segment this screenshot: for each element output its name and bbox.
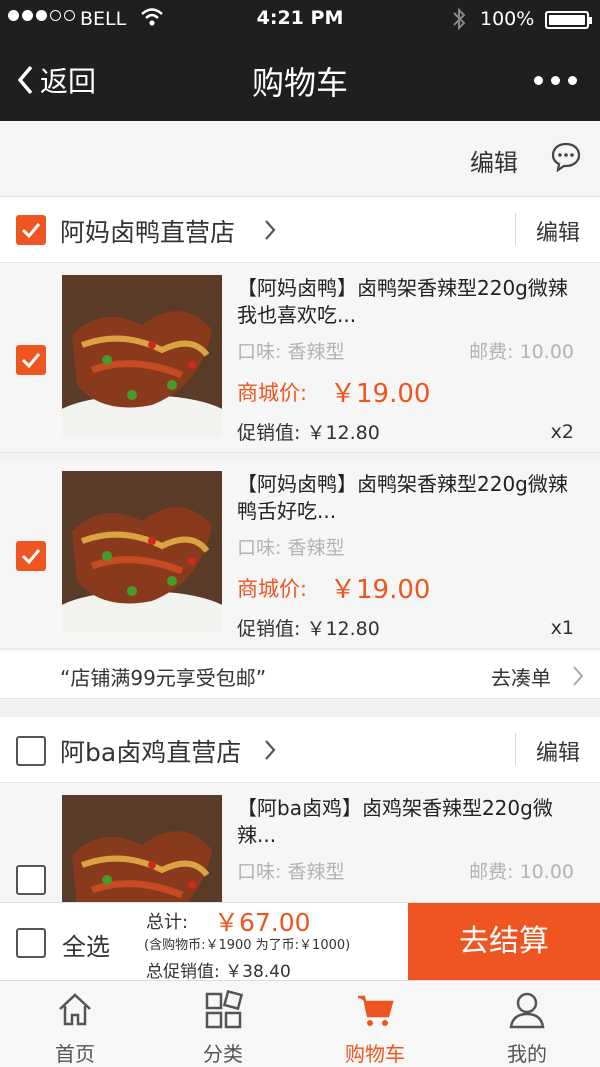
product-quantity: x1 <box>550 617 574 639</box>
chevron-right-icon <box>572 665 584 691</box>
checkout-button[interactable]: 去结算 <box>408 903 600 981</box>
more-icon[interactable] <box>534 76 577 85</box>
battery-icon <box>545 11 592 29</box>
total-label: 总计: <box>146 912 189 933</box>
nav-bar: 返回 购物车 <box>0 40 600 121</box>
product-flavor: 口味: 香辣型 <box>237 861 345 883</box>
tab-cart[interactable]: 购物车 <box>300 981 450 1067</box>
checkout-bar: 全选 总计: ￥67.00 (含购物币:￥1900 为了币:￥1000) 总促销… <box>0 902 600 982</box>
coins-note: (含购物币:￥1900 为了币:￥1000) <box>144 938 351 953</box>
store-name[interactable]: 阿ba卤鸡直营店 <box>60 733 241 769</box>
home-icon <box>55 990 95 1034</box>
battery-percent: 100% <box>480 8 535 30</box>
product-price: ￥19.00 <box>330 379 431 409</box>
tab-label: 我的 <box>507 1042 547 1066</box>
product-image[interactable] <box>62 275 222 437</box>
cart-toolbar: 编辑 <box>0 121 600 197</box>
cart-icon <box>355 990 395 1034</box>
page-title: 购物车 <box>251 64 348 102</box>
tab-label: 分类 <box>203 1042 243 1066</box>
bluetooth-icon <box>451 6 467 37</box>
tab-bar: 首页 分类 购物车 我的 <box>0 980 600 1067</box>
store-checkbox[interactable] <box>16 215 46 245</box>
product-shipping: 邮费: 10.00 <box>469 861 574 883</box>
store-header: 阿ba卤鸡直营店 编辑 <box>0 717 600 783</box>
check-icon <box>21 223 41 239</box>
price-label: 商城价: <box>237 381 308 405</box>
tab-category[interactable]: 分类 <box>148 981 298 1067</box>
status-bar: BELL 4:21 PM 100% <box>0 0 600 40</box>
item-checkbox[interactable] <box>16 865 46 895</box>
tab-label: 购物车 <box>345 1042 405 1066</box>
tab-label: 首页 <box>55 1042 95 1066</box>
product-quantity: x2 <box>550 421 574 443</box>
check-icon <box>21 353 41 369</box>
tab-home[interactable]: 首页 <box>0 981 150 1067</box>
divider <box>515 213 516 245</box>
product-flavor: 口味: 香辣型 <box>237 341 345 363</box>
add-more-link[interactable]: 去凑单 <box>491 662 551 691</box>
product-price: ￥19.00 <box>330 575 431 605</box>
store-checkbox[interactable] <box>16 736 46 766</box>
product-name[interactable]: 【阿妈卤鸭】卤鸭架香辣型220g微辣我也喜欢吃... <box>237 275 582 329</box>
select-all-label[interactable]: 全选 <box>62 927 110 962</box>
product-promo-value: 促销值: ￥12.80 <box>237 422 380 444</box>
product-image[interactable] <box>62 471 222 633</box>
chat-icon[interactable] <box>550 141 582 177</box>
cart-item: 【阿妈卤鸭】卤鸭架香辣型220g微辣我也喜欢吃... 口味: 香辣型 邮费: 1… <box>0 263 600 453</box>
store-edit-button[interactable]: 编辑 <box>536 735 580 767</box>
chevron-right-icon <box>264 739 276 765</box>
free-shipping-message: “店铺满99元享受包邮” <box>60 666 267 690</box>
product-promo-value: 促销值: ￥12.80 <box>237 618 380 640</box>
product-flavor: 口味: 香辣型 <box>237 537 345 559</box>
item-checkbox[interactable] <box>16 345 46 375</box>
divider <box>515 733 516 765</box>
product-shipping: 邮费: 10.00 <box>469 341 574 363</box>
product-name[interactable]: 【阿ba卤鸡】卤鸡架香辣型220g微辣... <box>237 795 582 849</box>
price-label: 商城价: <box>237 577 308 601</box>
select-all-checkbox[interactable] <box>16 928 46 958</box>
edit-cart-button[interactable]: 编辑 <box>470 143 518 178</box>
store-name[interactable]: 阿妈卤鸭直营店 <box>60 213 235 249</box>
chevron-right-icon <box>264 219 276 245</box>
user-icon <box>507 990 547 1034</box>
store-edit-button[interactable]: 编辑 <box>536 215 580 247</box>
promo-total: 总促销值: ￥38.40 <box>146 962 291 982</box>
check-icon <box>21 549 41 565</box>
cart-item: 【阿妈卤鸭】卤鸭架香辣型220g微辣鸭舌好吃... 口味: 香辣型 商城价: ￥… <box>0 459 600 649</box>
product-name[interactable]: 【阿妈卤鸭】卤鸭架香辣型220g微辣鸭舌好吃... <box>237 471 582 525</box>
free-shipping-banner: “店铺满99元享受包邮” 去凑单 <box>0 651 600 699</box>
category-icon <box>203 989 244 1034</box>
product-image[interactable] <box>62 795 222 902</box>
tab-profile[interactable]: 我的 <box>452 981 600 1067</box>
item-checkbox[interactable] <box>16 541 46 571</box>
cart-item: 【阿ba卤鸡】卤鸡架香辣型220g微辣... 口味: 香辣型 邮费: 10.00 <box>0 783 600 902</box>
store-header: 阿妈卤鸭直营店 编辑 <box>0 197 600 263</box>
